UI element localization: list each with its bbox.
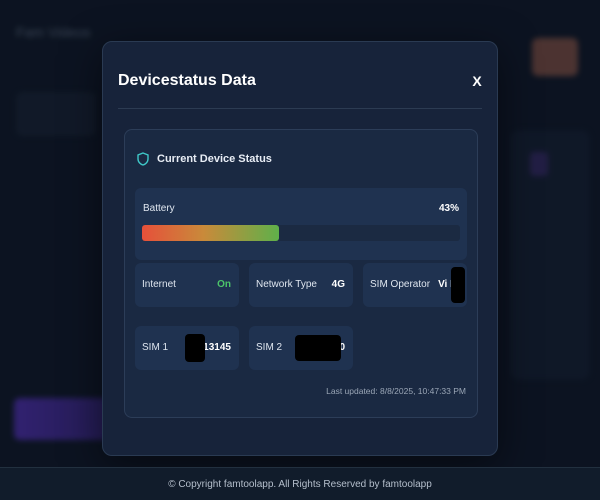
battery-bar-fill: [142, 225, 279, 241]
current-status-card: Current Device Status Battery 43% Intern…: [124, 129, 478, 418]
internet-value: On: [217, 279, 231, 290]
battery-percent: 43%: [438, 203, 459, 214]
device-status-modal: Devicestatus Data X Current Device Statu…: [102, 41, 498, 456]
internet-tile: Internet On: [135, 263, 239, 307]
redaction-mark: [451, 267, 465, 303]
network-type-label: Network Type: [256, 279, 317, 290]
card-title: Current Device Status: [157, 153, 272, 165]
modal-divider: [118, 108, 482, 109]
battery-label: Battery: [143, 203, 175, 214]
shield-icon: [137, 152, 149, 166]
sim2-tile: SIM 2 0: [249, 326, 353, 370]
sim-operator-label: SIM Operator: [370, 279, 431, 290]
sim1-label: SIM 1: [142, 342, 169, 353]
network-type-value: 4G: [331, 279, 345, 290]
footer: © Copyright famtoolapp. All Rights Reser…: [0, 467, 600, 500]
sim1-tile: SIM 1 0813145: [135, 326, 239, 370]
sim2-label: SIM 2: [256, 342, 283, 353]
battery-bar: [142, 225, 460, 241]
network-type-tile: Network Type 4G: [249, 263, 353, 307]
close-button[interactable]: X: [469, 72, 485, 90]
card-header: Current Device Status: [137, 152, 272, 166]
footer-copyright: © Copyright famtoolapp. All Rights Reser…: [168, 478, 432, 490]
internet-label: Internet: [142, 279, 176, 290]
last-updated-timestamp: Last updated: 8/8/2025, 10:47:33 PM: [326, 386, 466, 396]
modal-title: Devicestatus Data: [118, 72, 256, 89]
battery-section: Battery 43%: [135, 188, 467, 260]
redaction-mark: [185, 334, 205, 362]
sim-operator-tile: SIM Operator Vi In: [363, 263, 467, 307]
redaction-mark: [295, 335, 341, 361]
